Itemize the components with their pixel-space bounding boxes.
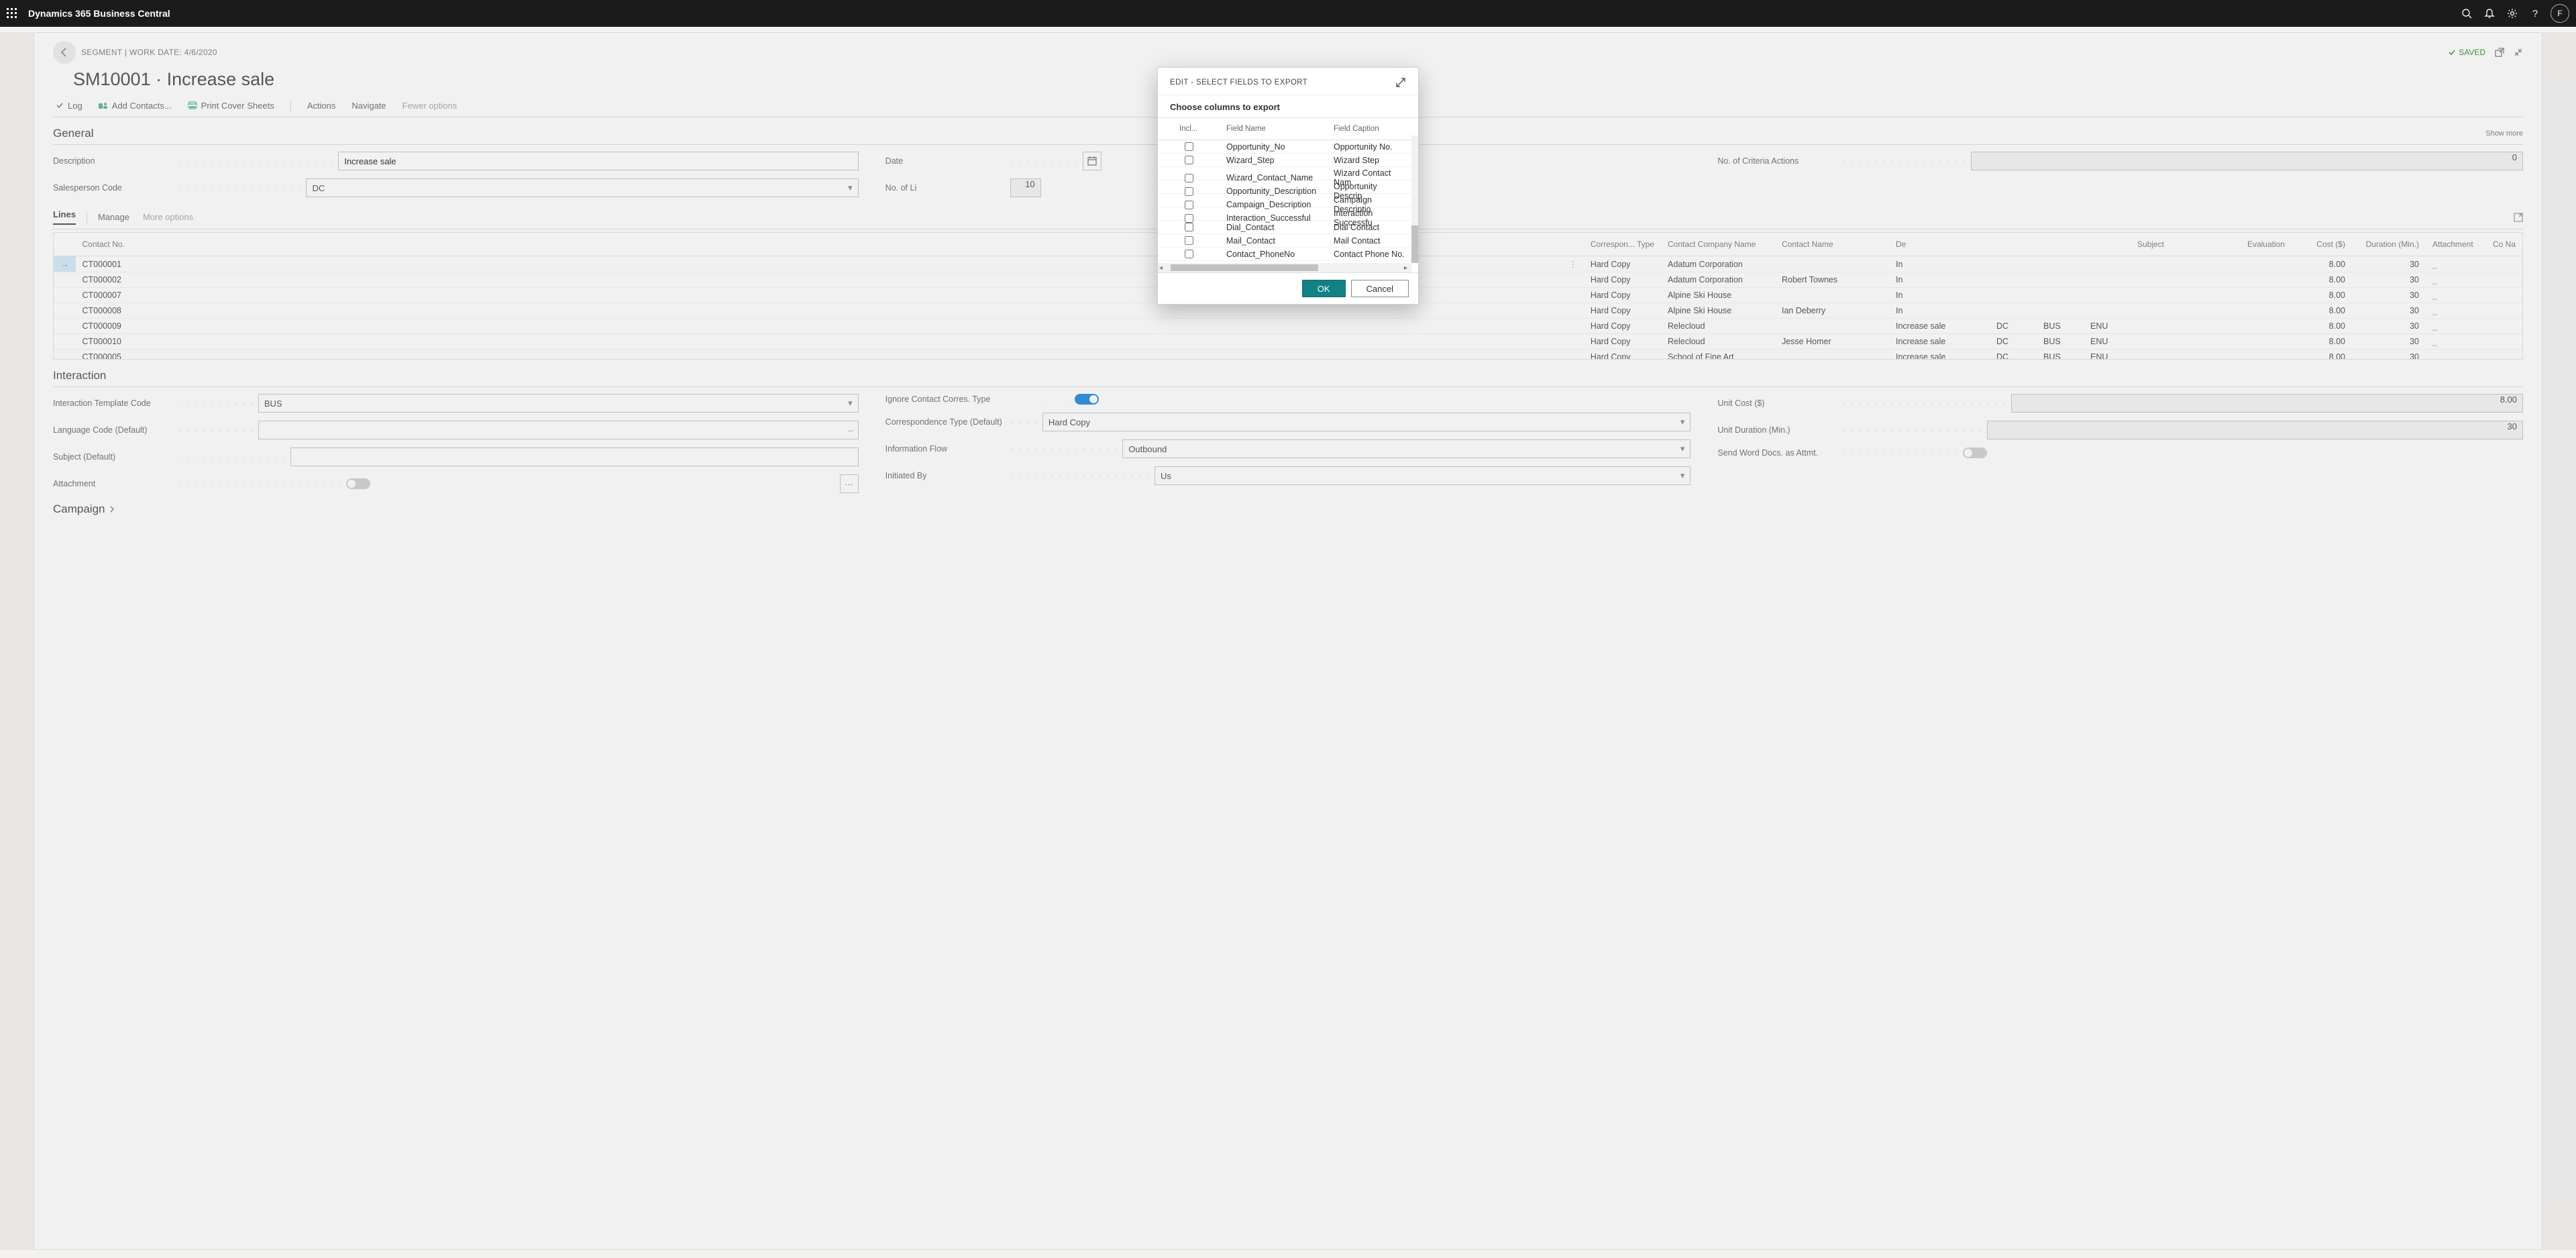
dialog-subtitle: Choose columns to export [1158, 95, 1418, 117]
top-bar: Dynamics 365 Business Central ? F [0, 0, 2576, 27]
avatar-initial: F [2557, 9, 2562, 18]
app-title: Dynamics 365 Business Central [28, 8, 170, 19]
field-row[interactable]: Wizard_Contact_NameWizard Contact Nam [1158, 167, 1418, 180]
include-checkbox[interactable] [1185, 223, 1193, 231]
field-row[interactable]: Dial_ContactDial Contact [1158, 221, 1418, 234]
include-checkbox[interactable] [1185, 187, 1193, 196]
field-row[interactable]: Opportunity_NoOpportunity No. [1158, 140, 1418, 154]
vertical-scrollbar[interactable] [1411, 136, 1418, 263]
cancel-button[interactable]: Cancel [1351, 280, 1409, 297]
search-icon[interactable] [2455, 0, 2478, 27]
dialog-title: EDIT - SELECT FIELDS TO EXPORT [1170, 78, 1307, 87]
field-row[interactable]: Wizard_StepWizard Step [1158, 154, 1418, 167]
include-checkbox[interactable] [1185, 236, 1193, 245]
col-include[interactable]: Incl... [1175, 122, 1202, 136]
include-checkbox[interactable] [1185, 156, 1193, 164]
help-icon[interactable]: ? [2524, 0, 2546, 27]
notification-icon[interactable] [2478, 0, 2501, 27]
include-checkbox[interactable] [1185, 201, 1193, 209]
ok-button[interactable]: OK [1302, 280, 1346, 297]
include-checkbox[interactable] [1185, 250, 1193, 258]
horizontal-scrollbar[interactable]: ◂▸ [1158, 263, 1411, 272]
field-row[interactable]: Mail_ContactMail Contact [1158, 234, 1418, 248]
export-fields-dialog: EDIT - SELECT FIELDS TO EXPORT Choose co… [1157, 67, 1419, 305]
gear-icon[interactable] [2501, 0, 2524, 27]
field-row[interactable]: Contact_PhoneNoContact Phone No. [1158, 248, 1418, 261]
fields-grid: Incl... Field Name Field Caption Opportu… [1158, 117, 1418, 273]
col-field-caption[interactable]: Field Caption [1330, 122, 1411, 136]
include-checkbox[interactable] [1185, 142, 1193, 151]
app-launcher-icon[interactable] [7, 8, 28, 19]
expand-dialog-icon[interactable] [1395, 77, 1406, 88]
col-field-name[interactable]: Field Name [1222, 122, 1330, 136]
avatar[interactable]: F [2551, 4, 2569, 23]
include-checkbox[interactable] [1185, 174, 1193, 182]
